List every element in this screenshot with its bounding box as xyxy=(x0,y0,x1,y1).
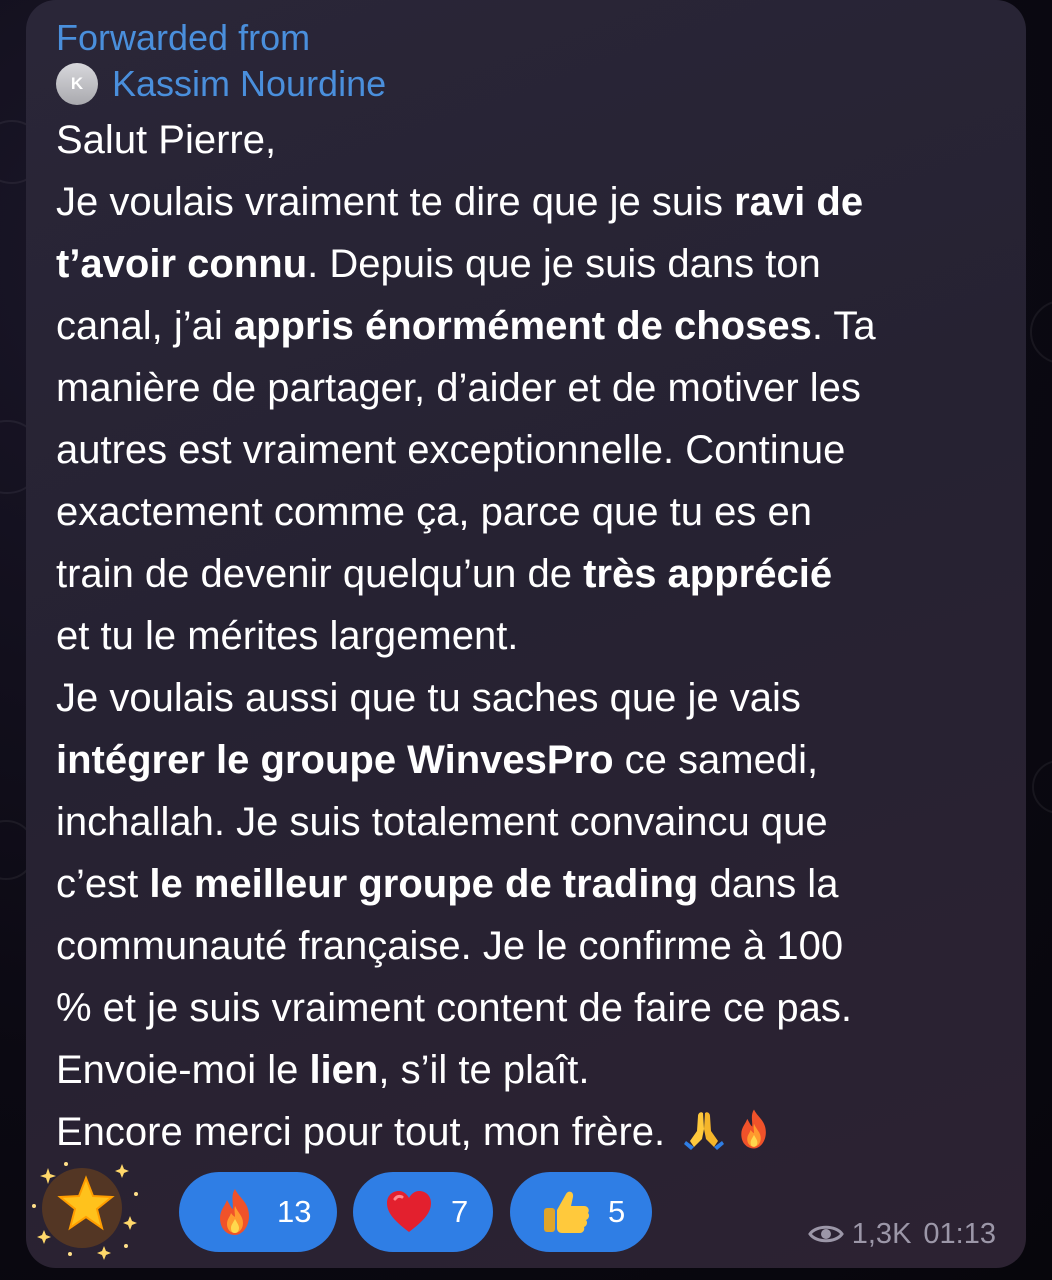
message-text-run: inchallah. Je suis totalement convaincu … xyxy=(56,800,828,844)
message-text-run: et tu le mérites largement. xyxy=(56,614,519,658)
message-bubble[interactable]: Forwarded from K Kassim Nourdine Salut P… xyxy=(26,0,1026,1268)
message-text-run: c’est xyxy=(56,862,150,906)
eye-icon xyxy=(807,1222,844,1246)
message-text-run: Je voulais vraiment te dire que je suis xyxy=(56,180,735,224)
praying-hands-icon xyxy=(682,1107,726,1151)
message-text-run: Encore merci pour tout, mon frère. xyxy=(56,1110,677,1154)
message-text-run: % et je suis vraiment content de faire c… xyxy=(56,986,852,1030)
avatar: K xyxy=(56,63,98,105)
message-meta: 1,3K 01:13 xyxy=(807,1214,996,1254)
message-text-run: communauté française. Je le confirme à 1… xyxy=(56,924,844,968)
message-line: Je voulais vraiment te dire que je suis … xyxy=(56,171,1016,233)
reaction-thumbs-up-button[interactable]: 5 xyxy=(510,1172,652,1252)
message-line: % et je suis vraiment content de faire c… xyxy=(56,977,1016,1039)
message-bold-text: t’avoir connu xyxy=(56,242,308,286)
message-text-run: ce samedi, xyxy=(613,738,819,782)
message-line: et tu le mérites largement. xyxy=(56,605,1016,667)
message-text-run: Salut Pierre, xyxy=(56,118,277,162)
message-line: train de devenir quelqu’un de très appré… xyxy=(56,543,1016,605)
message-text-run: dans la xyxy=(698,862,839,906)
sender-name[interactable]: Kassim Nourdine xyxy=(112,64,386,104)
background-doodle xyxy=(1032,760,1052,814)
message-text-run: . Depuis que je suis dans ton xyxy=(307,242,821,286)
fire-icon xyxy=(209,1186,261,1238)
message-text-run: Envoie-moi le xyxy=(56,1048,310,1092)
message-bold-text: ravi de xyxy=(734,180,864,224)
background-doodle xyxy=(1030,300,1052,364)
fire-icon xyxy=(732,1107,776,1151)
message-text-run: train de devenir quelqu’un de xyxy=(56,552,584,596)
message-text: Salut Pierre, Je voulais vraiment te dire… xyxy=(56,109,1016,1163)
message-text-run: manière de partager, d’aider et de motiv… xyxy=(56,366,861,410)
message-line: communauté française. Je le confirme à 1… xyxy=(56,915,1016,977)
message-text-run: exactement comme ça, parce que tu es en xyxy=(56,490,812,534)
view-count: 1,3K xyxy=(851,1217,912,1250)
message-line: manière de partager, d’aider et de motiv… xyxy=(56,357,1016,419)
message-line: exactement comme ça, parce que tu es en xyxy=(56,481,1016,543)
message-text-run: . Ta xyxy=(811,304,876,348)
message-line: intégrer le groupe WinvesPro ce samedi, xyxy=(56,729,1016,791)
star-reaction-button[interactable] xyxy=(26,1146,144,1264)
reaction-count: 5 xyxy=(608,1194,626,1229)
message-text-run: , s’il te plaît. xyxy=(378,1048,590,1092)
reaction-count: 13 xyxy=(277,1194,312,1229)
reaction-count: 7 xyxy=(451,1194,469,1229)
message-line: canal, j’ai appris énormément de choses.… xyxy=(56,295,1016,357)
message-line: Envoie-moi le lien, s’il te plaît. xyxy=(56,1039,1016,1101)
message-bold-text: le meilleur groupe de trading xyxy=(149,862,699,906)
message-line: Encore merci pour tout, mon frère. xyxy=(56,1101,1016,1163)
thumbs-up-icon xyxy=(540,1186,592,1238)
message-line: autres est vraiment exceptionnelle. Cont… xyxy=(56,419,1016,481)
reaction-fire-button[interactable]: 13 xyxy=(179,1172,337,1252)
message-line: c’est le meilleur groupe de trading dans… xyxy=(56,853,1016,915)
message-time: 01:13 xyxy=(923,1217,996,1250)
message-line: inchallah. Je suis totalement convaincu … xyxy=(56,791,1016,853)
message-bold-text: lien xyxy=(309,1048,379,1092)
star-sparkle-icon xyxy=(32,1162,138,1260)
message-text-run: canal, j’ai xyxy=(56,304,234,348)
message-text-run: autres est vraiment exceptionnelle. Cont… xyxy=(56,428,846,472)
forwarded-from-label: Forwarded from xyxy=(56,17,311,58)
message-bold-text: très apprécié xyxy=(583,552,833,596)
forwarded-sender[interactable]: K Kassim Nourdine xyxy=(56,62,386,106)
message-bold-text: appris énormément de choses xyxy=(233,304,812,348)
red-heart-icon xyxy=(383,1186,435,1238)
message-line: Je voulais aussi que tu saches que je va… xyxy=(56,667,1016,729)
reaction-heart-button[interactable]: 7 xyxy=(353,1172,493,1252)
message-line: t’avoir connu. Depuis que je suis dans t… xyxy=(56,233,1016,295)
message-bold-text: intégrer le groupe WinvesPro xyxy=(56,738,614,782)
message-text-run: Je voulais aussi que tu saches que je va… xyxy=(56,676,801,720)
message-line: Salut Pierre, xyxy=(56,109,1016,171)
